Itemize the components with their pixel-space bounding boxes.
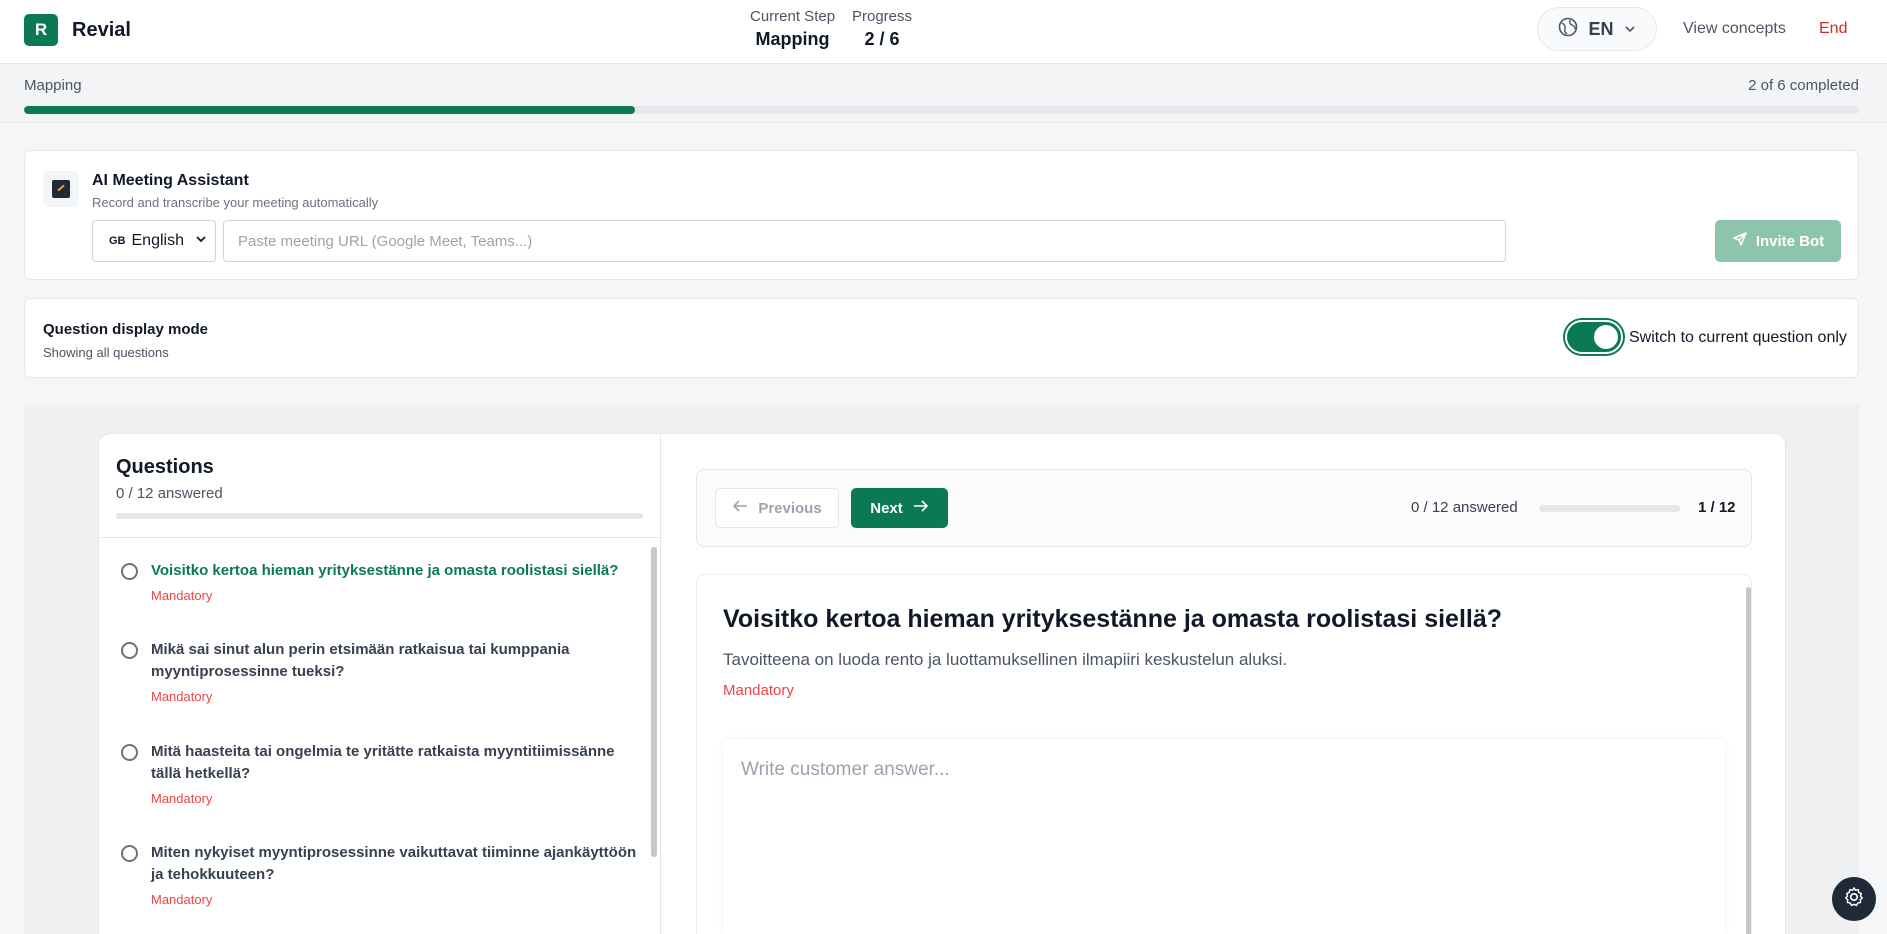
question-detail: Voisitko kertoa hieman yrityksestänne ja… bbox=[696, 574, 1752, 934]
question-text: Mikä sai sinut alun perin etsimään ratka… bbox=[151, 641, 570, 680]
app-header: R Revial Current Step Mapping Progress 2… bbox=[0, 0, 1887, 64]
question-status-radio[interactable] bbox=[121, 642, 138, 659]
meeting-language-value: English bbox=[131, 232, 184, 249]
arrow-right-icon bbox=[913, 499, 929, 517]
gear-icon bbox=[1843, 886, 1865, 913]
chevron-down-icon bbox=[1624, 19, 1636, 40]
navigation-answered-count: 0 / 12 answered bbox=[1411, 499, 1518, 516]
chevron-down-icon bbox=[195, 233, 207, 248]
mandatory-tag: Mandatory bbox=[151, 588, 213, 603]
question-description: Tavoitteena on luoda rento ja luottamuks… bbox=[723, 650, 1288, 669]
display-mode-subtitle: Showing all questions bbox=[43, 345, 169, 360]
question-text: Miten nykyiset myyntiprosessinne vaikutt… bbox=[151, 844, 637, 883]
display-mode-title: Question display mode bbox=[43, 321, 209, 338]
mandatory-tag: Mandatory bbox=[151, 892, 213, 907]
language-code: EN bbox=[1588, 18, 1614, 39]
flag-icon: GB bbox=[109, 235, 126, 247]
end-session-link[interactable]: End bbox=[1819, 20, 1847, 38]
assistant-title: AI Meeting Assistant bbox=[92, 172, 249, 189]
questions-progress-bar bbox=[116, 513, 643, 519]
question-title: Voisitko kertoa hieman yrityksestänne ja… bbox=[723, 605, 1503, 633]
previous-label: Previous bbox=[758, 499, 822, 517]
progress-summary: Progress 2 / 6 bbox=[852, 8, 912, 50]
question-list: Voisitko kertoa hieman yrityksestänne ja… bbox=[99, 538, 653, 934]
questions-answered-count: 0 / 12 answered bbox=[116, 485, 223, 502]
current-step-value: Mapping bbox=[755, 29, 830, 49]
question-index: 1 / 12 bbox=[1698, 499, 1736, 516]
current-step-label: Current Step bbox=[750, 8, 836, 25]
question-text: Voisitko kertoa hieman yrityksestänne ja… bbox=[151, 562, 619, 579]
question-text: Mitä haasteita tai ongelmia te yritätte … bbox=[151, 743, 615, 782]
display-mode-toggle[interactable] bbox=[1565, 320, 1623, 354]
answer-box bbox=[723, 739, 1725, 934]
question-list-scrollbar[interactable] bbox=[651, 547, 657, 857]
toggle-knob bbox=[1594, 325, 1618, 349]
mandatory-tag: Mandatory bbox=[151, 791, 213, 806]
app-logo[interactable]: R bbox=[24, 14, 58, 46]
assistant-subtitle: Record and transcribe your meeting autom… bbox=[92, 195, 379, 210]
send-icon bbox=[1732, 231, 1748, 251]
progress-label: Progress bbox=[852, 8, 913, 25]
step-progress-label: Mapping bbox=[24, 77, 82, 94]
mandatory-tag: Mandatory bbox=[723, 682, 794, 699]
meeting-language-select[interactable]: GB English bbox=[92, 220, 216, 262]
display-mode-toggle-label: Switch to current question only bbox=[1629, 329, 1847, 346]
settings-button[interactable] bbox=[1832, 877, 1876, 921]
invite-bot-label: Invite Bot bbox=[1755, 232, 1825, 250]
logo-letter: R bbox=[34, 20, 48, 39]
progress-value: 2 / 6 bbox=[864, 29, 900, 49]
question-item-1[interactable]: Voisitko kertoa hieman yrityksestänne ja… bbox=[99, 560, 653, 620]
step-progress: Mapping 2 of 6 completed bbox=[0, 65, 1887, 123]
question-main: Previous Next 0 / 12 answered 1 / 12 Voi… bbox=[661, 434, 1787, 934]
step-progress-completed: 2 of 6 completed bbox=[1748, 77, 1859, 94]
question-item-2[interactable]: Mikä sai sinut alun perin etsimään ratka… bbox=[99, 639, 653, 719]
navigation-progress-bar bbox=[1539, 505, 1680, 512]
step-progress-fill bbox=[24, 106, 636, 114]
question-item-4[interactable]: Miten nykyiset myyntiprosessinne vaikutt… bbox=[99, 842, 653, 922]
meeting-url-input[interactable] bbox=[223, 220, 1506, 262]
globe-icon bbox=[1558, 17, 1578, 42]
question-item-3[interactable]: Mitä haasteita tai ongelmia te yritätte … bbox=[99, 741, 653, 821]
mandatory-tag: Mandatory bbox=[151, 689, 213, 704]
question-detail-scrollbar[interactable] bbox=[1746, 587, 1751, 934]
question-status-radio[interactable] bbox=[121, 845, 138, 862]
step-progress-bar bbox=[24, 106, 1859, 114]
previous-button[interactable]: Previous bbox=[715, 488, 839, 528]
current-step: Current Step Mapping bbox=[750, 8, 835, 50]
language-switcher[interactable]: EN bbox=[1537, 7, 1657, 51]
question-navigation: Previous Next 0 / 12 answered 1 / 12 bbox=[696, 469, 1752, 547]
invite-bot-button[interactable]: Invite Bot bbox=[1715, 220, 1841, 262]
ai-meeting-assistant-card: AI Meeting Assistant Record and transcri… bbox=[24, 150, 1859, 280]
display-mode-card: Question display mode Showing all questi… bbox=[24, 298, 1859, 378]
assistant-icon bbox=[43, 171, 79, 207]
app-name: Revial bbox=[72, 19, 131, 41]
view-concepts-link[interactable]: View concepts bbox=[1683, 20, 1786, 38]
questions-title: Questions bbox=[116, 456, 214, 478]
arrow-left-icon bbox=[732, 499, 748, 517]
question-status-radio[interactable] bbox=[121, 744, 138, 761]
next-label: Next bbox=[870, 499, 903, 517]
questions-sidebar: Questions 0 / 12 answered Voisitko kerto… bbox=[99, 434, 661, 934]
customer-answer-input[interactable] bbox=[723, 739, 1725, 934]
questions-panel: Questions 0 / 12 answered Voisitko kerto… bbox=[98, 433, 1786, 934]
next-button[interactable]: Next bbox=[851, 488, 948, 528]
question-status-radio[interactable] bbox=[121, 563, 138, 580]
